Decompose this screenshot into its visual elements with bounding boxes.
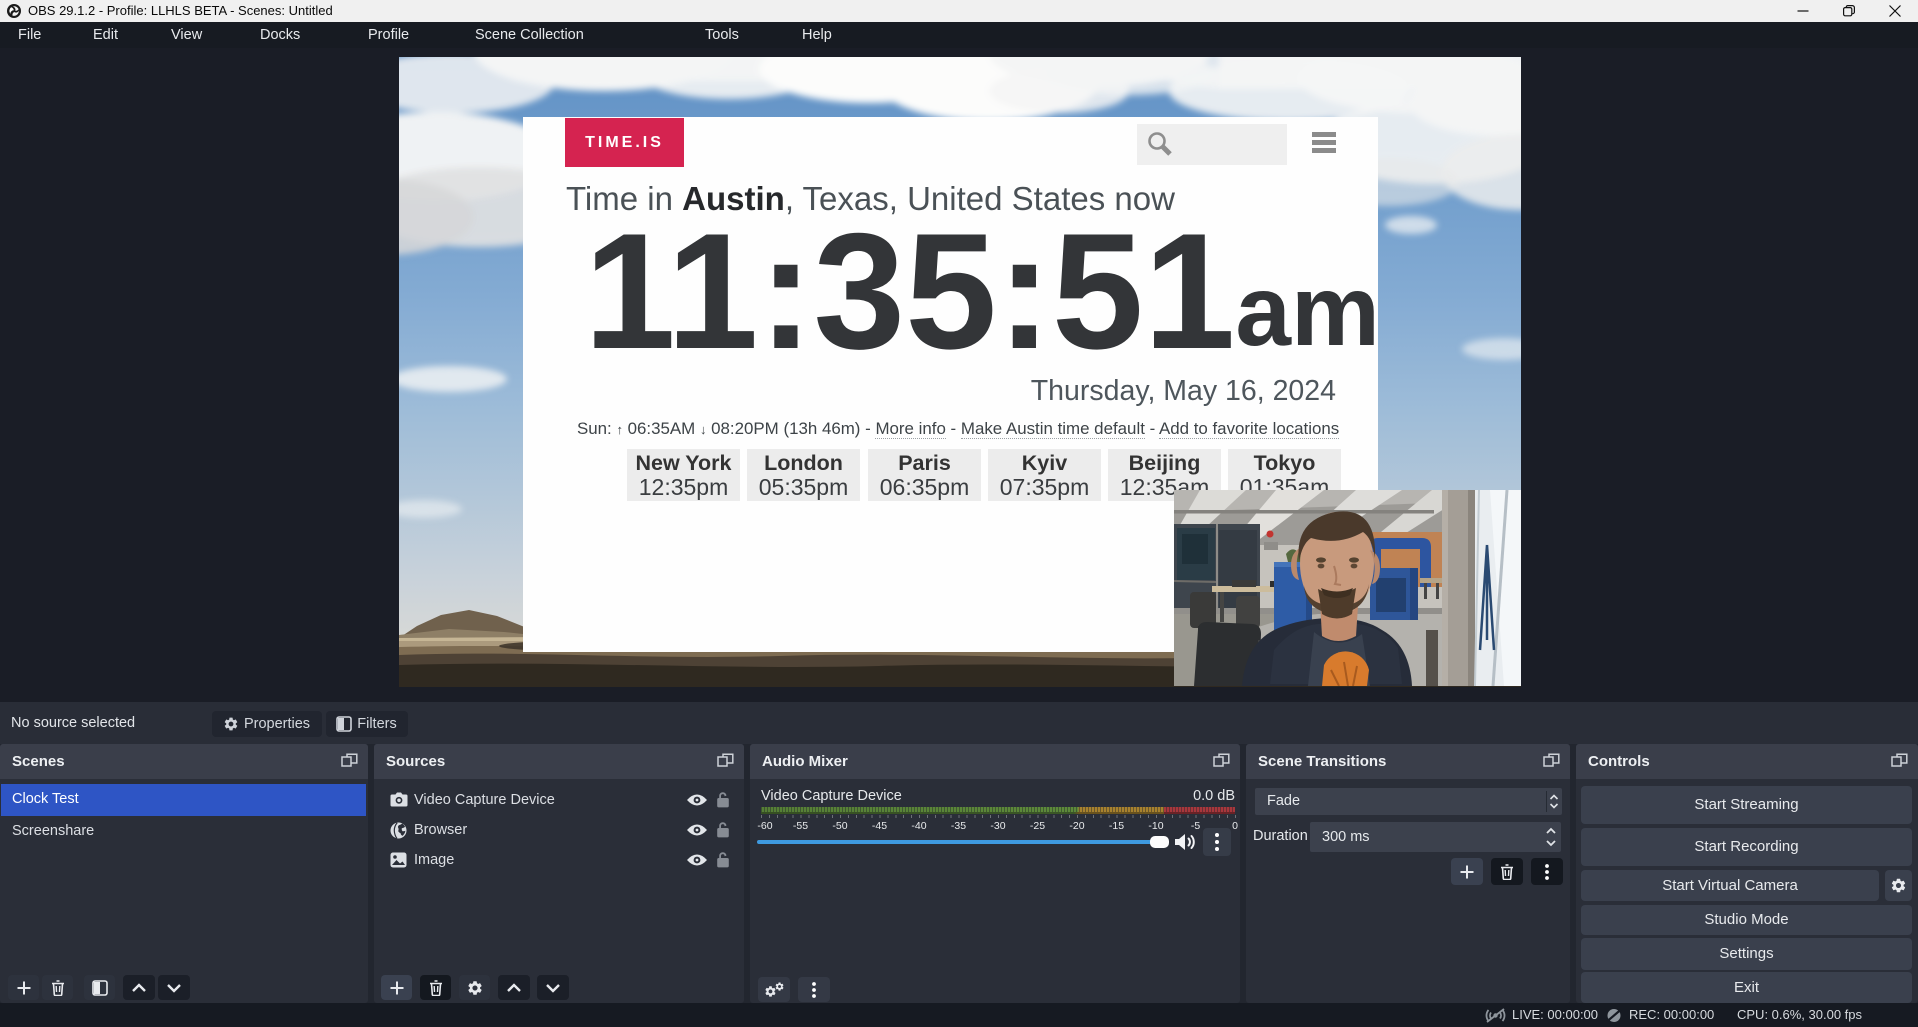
svg-text:-5: -5 (1191, 820, 1200, 832)
svg-text:-30: -30 (990, 820, 1005, 832)
svg-text:0: 0 (1232, 820, 1238, 832)
svg-text:-45: -45 (872, 820, 887, 832)
svg-text:-15: -15 (1109, 820, 1124, 832)
svg-text:-35: -35 (951, 820, 966, 832)
svg-text:-50: -50 (832, 820, 847, 832)
svg-text:-55: -55 (793, 820, 808, 832)
svg-text:-40: -40 (911, 820, 926, 832)
svg-text:-10: -10 (1148, 820, 1163, 832)
svg-text:-25: -25 (1030, 820, 1045, 832)
svg-text:-60: -60 (757, 820, 772, 832)
svg-text:-20: -20 (1069, 820, 1084, 832)
